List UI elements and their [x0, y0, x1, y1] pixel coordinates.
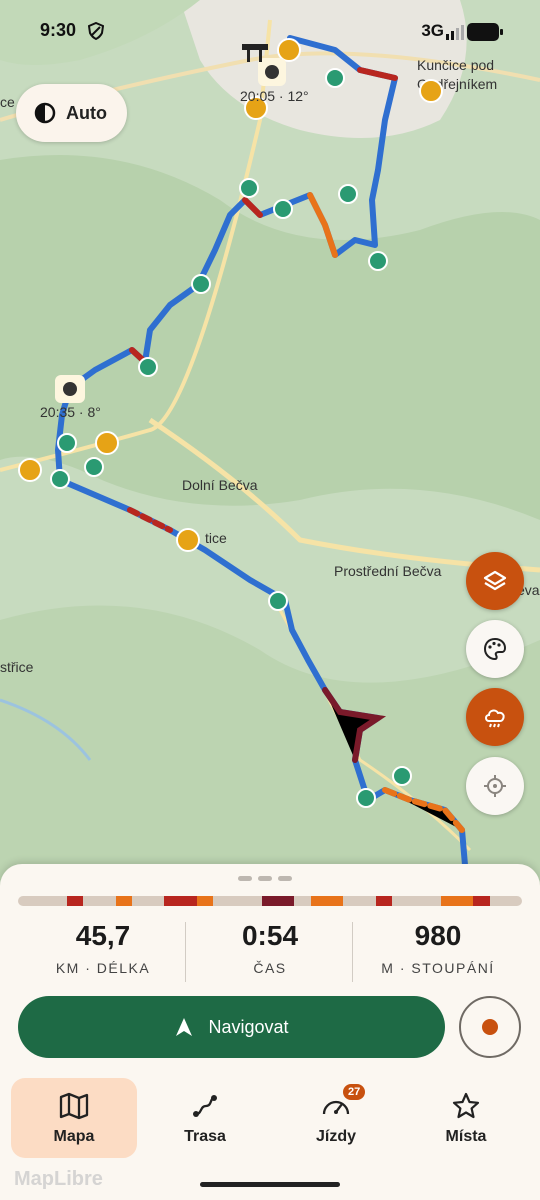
restaurant-icon[interactable] — [138, 357, 158, 377]
home-indicator — [200, 1182, 340, 1187]
restaurant-icon[interactable] — [338, 184, 358, 204]
layers-icon — [483, 570, 507, 591]
ascent-value: 980 — [414, 920, 462, 951]
restaurant-icon[interactable] — [273, 199, 293, 219]
time-value: 0:54 — [241, 920, 299, 951]
place-label: ce — [0, 94, 15, 110]
restaurant-icon[interactable] — [239, 178, 259, 198]
layers-button[interactable] — [466, 552, 524, 610]
ascent-stat: 980 M · STOUPÁNÍ — [348, 920, 528, 976]
navigate-button[interactable]: Navigovat — [18, 996, 445, 1058]
stat-divider — [185, 922, 186, 982]
elevation-gradient-bar — [18, 896, 522, 906]
fuel-station-icon[interactable] — [95, 431, 119, 455]
restaurant-icon[interactable] — [325, 68, 345, 88]
navigation-arrow-icon — [176, 1018, 193, 1036]
route-icon — [193, 1095, 217, 1117]
tab-trasa[interactable]: Trasa — [142, 1078, 268, 1158]
palette-icon — [483, 637, 507, 661]
time-stat: 0:54 ČAS — [180, 920, 360, 976]
status-time: 9:30 — [40, 20, 77, 40]
tab-label: Trasa — [184, 1128, 226, 1145]
route-summary-sheet: 45,7 KM · DÉLKA 0:54 ČAS 980 M · STOUPÁN… — [0, 864, 540, 1200]
shield-icon — [88, 22, 104, 40]
tab-mapa[interactable]: Mapa — [11, 1078, 137, 1158]
distance-stat: 45,7 KM · DÉLKA — [13, 920, 193, 976]
star-icon — [452, 1092, 480, 1119]
locate-icon — [484, 775, 506, 797]
partly-cloudy-icon — [265, 65, 279, 79]
network-type: 3G — [421, 21, 444, 40]
bottom-tab-bar: Mapa Trasa 27 Jízdy Místa — [0, 1078, 540, 1162]
stat-divider — [352, 922, 353, 982]
fuel-station-icon[interactable] — [18, 458, 42, 482]
restaurant-icon[interactable] — [191, 274, 211, 294]
navigate-label: Navigovat — [208, 1016, 289, 1037]
place-label: střice — [0, 659, 34, 675]
locate-button[interactable] — [466, 757, 524, 815]
fuel-station-icon[interactable] — [419, 79, 443, 103]
route-stats: 45,7 KM · DÉLKA 0:54 ČAS 980 M · STOUPÁN… — [0, 920, 540, 990]
sheet-drag-handle[interactable] — [238, 876, 292, 881]
tab-label: Jízdy — [315, 1128, 356, 1145]
contrast-icon — [34, 102, 56, 124]
map-mode-button[interactable]: Auto — [16, 84, 127, 142]
restaurant-icon[interactable] — [368, 251, 388, 271]
battery-icon — [467, 23, 503, 41]
restaurant-icon[interactable] — [84, 457, 104, 477]
record-icon — [482, 1019, 498, 1035]
time-label: ČAS — [253, 960, 287, 976]
partly-cloudy-icon — [63, 382, 77, 396]
signal-icon — [446, 25, 464, 40]
rides-count-badge: 27 — [343, 1084, 366, 1100]
record-button[interactable] — [459, 996, 521, 1058]
ascent-label: M · STOUPÁNÍ — [381, 960, 495, 976]
restaurant-icon[interactable] — [356, 788, 376, 808]
place-label: Prostřední Bečva — [334, 563, 442, 579]
restaurant-icon[interactable] — [57, 433, 77, 453]
place-label: Dolní Bečva — [182, 477, 258, 493]
maplibre-attribution[interactable]: MapLibre — [14, 1168, 103, 1191]
fuel-station-icon[interactable] — [176, 528, 200, 552]
distance-value: 45,7 — [75, 920, 131, 951]
status-bar: 9:30 3G — [0, 0, 540, 62]
restaurant-icon[interactable] — [392, 766, 412, 786]
tab-label: Místa — [445, 1128, 487, 1145]
weather-radar-button[interactable] — [466, 688, 524, 746]
tab-label: Mapa — [53, 1128, 95, 1145]
restaurant-icon[interactable] — [50, 469, 70, 489]
svg-text:20:05 · 12°: 20:05 · 12° — [240, 88, 309, 104]
tab-mista[interactable]: Místa — [403, 1078, 529, 1158]
tab-jizdy[interactable]: 27 Jízdy — [273, 1078, 399, 1158]
restaurant-icon[interactable] — [268, 591, 288, 611]
place-label: tice — [205, 530, 227, 546]
weather-radar-icon — [485, 709, 505, 728]
map-icon — [59, 1092, 89, 1120]
distance-label: KM · DÉLKA — [55, 960, 151, 976]
map-mode-label: Auto — [66, 102, 107, 123]
svg-text:20:35 · 8°: 20:35 · 8° — [40, 404, 101, 420]
map-style-button[interactable] — [466, 620, 524, 678]
